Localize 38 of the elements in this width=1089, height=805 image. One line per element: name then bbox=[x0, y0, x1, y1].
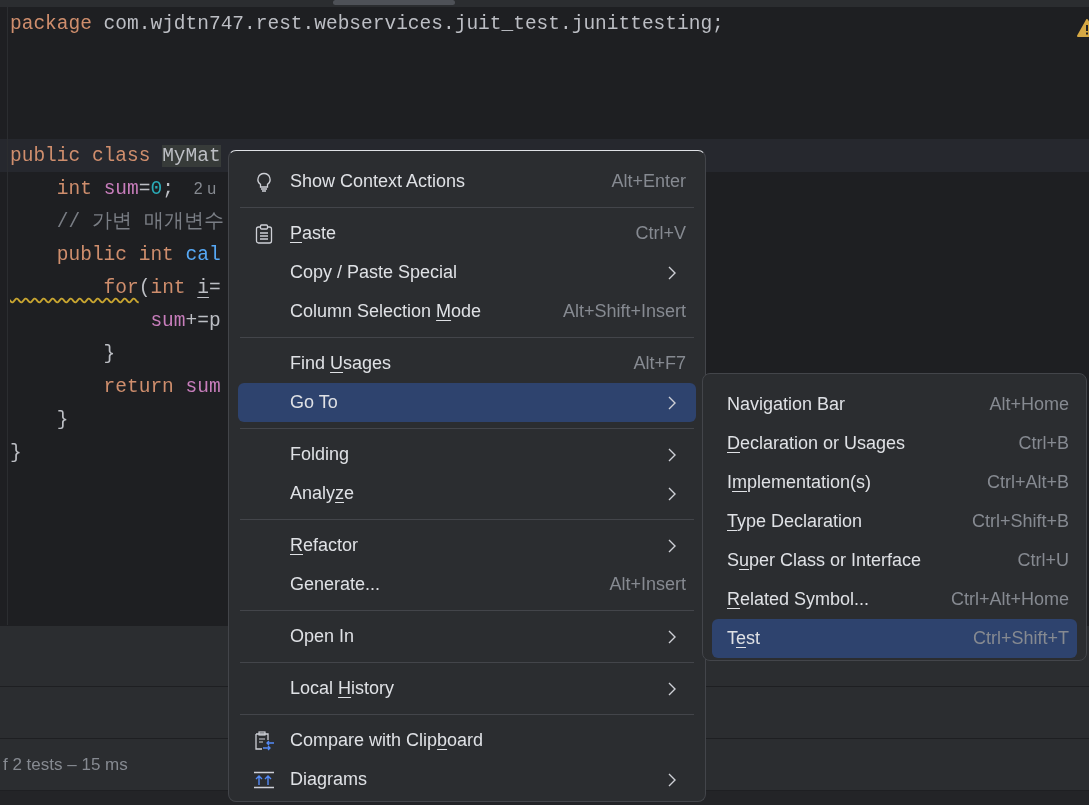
menu-item[interactable]: Test Ctrl+Shift+T bbox=[712, 619, 1077, 658]
code-line: // 가변 매개변수 bbox=[55, 211, 224, 233]
menu-item[interactable]: Go To bbox=[238, 383, 696, 422]
clipboard-icon bbox=[255, 223, 273, 244]
scrollbar-thumb[interactable] bbox=[333, 0, 455, 5]
code-line: } bbox=[55, 409, 69, 431]
menu-item[interactable]: Declaration or Usages Ctrl+B bbox=[712, 424, 1077, 463]
code-line: for(int i= bbox=[102, 277, 221, 299]
menu-item[interactable]: Show Context Actions Alt+Enter bbox=[238, 162, 696, 201]
menu-item[interactable]: Find Usages Alt+F7 bbox=[238, 344, 696, 383]
compare-clipboard-icon bbox=[253, 729, 275, 752]
lightbulb-icon bbox=[256, 171, 272, 192]
menu-item[interactable]: Navigation Bar Alt+Home bbox=[712, 385, 1077, 424]
code-line: } bbox=[10, 442, 22, 464]
code-line: sum+=p bbox=[149, 310, 221, 332]
menu-item[interactable]: Generate... Alt+Insert bbox=[238, 565, 696, 604]
code-line: public int cal bbox=[55, 244, 221, 266]
menu-item[interactable]: Compare with Clipboard bbox=[238, 721, 696, 760]
menu-item[interactable]: Super Class or Interface Ctrl+U bbox=[712, 541, 1077, 580]
menu-item[interactable]: Refactor bbox=[238, 526, 696, 565]
menu-item[interactable]: Diagrams bbox=[238, 760, 696, 799]
code-line: public class MyMat bbox=[10, 145, 221, 167]
code-line: } bbox=[102, 343, 116, 365]
menu-item[interactable]: Type Declaration Ctrl+Shift+B bbox=[712, 502, 1077, 541]
menu-item[interactable]: Folding bbox=[238, 435, 696, 474]
test-status-text: f 2 tests – 15 ms bbox=[3, 754, 128, 775]
diagrams-icon bbox=[253, 770, 275, 789]
code-line: int sum=0; 2 u bbox=[55, 178, 217, 200]
menu-item[interactable]: Paste Ctrl+V bbox=[238, 214, 696, 253]
code-line: return sum bbox=[102, 376, 221, 398]
menu-item[interactable]: Column Selection Mode Alt+Shift+Insert bbox=[238, 292, 696, 331]
menu-item[interactable]: Copy / Paste Special bbox=[238, 253, 696, 292]
menu-item[interactable]: Analyze bbox=[238, 474, 696, 513]
menu-item[interactable]: Implementation(s) Ctrl+Alt+B bbox=[712, 463, 1077, 502]
menu-item[interactable]: Local History bbox=[238, 669, 696, 708]
menu-item[interactable]: Open In bbox=[238, 617, 696, 656]
code-line: package com.wjdtn747.rest.webservices.juit_test.junittesting; bbox=[10, 13, 724, 35]
menu-item[interactable]: Related Symbol... Ctrl+Alt+Home bbox=[712, 580, 1077, 619]
